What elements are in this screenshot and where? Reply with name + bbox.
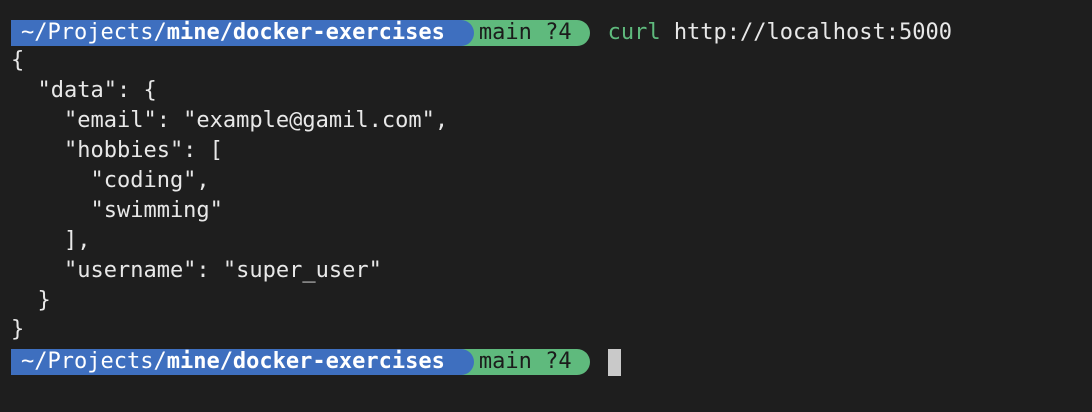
prompt-line-1: ~/Projects/mine/docker-exercises main ?4… bbox=[11, 20, 952, 46]
output-line: "email": "example@gamil.com", bbox=[11, 108, 449, 133]
output-line: "username": "super_user" bbox=[11, 258, 382, 283]
prompt-line-2[interactable]: ~/Projects/mine/docker-exercises main ?4 bbox=[11, 348, 621, 376]
output-line: "data": { bbox=[11, 78, 157, 103]
terminal-window[interactable]: ~/Projects/mine/docker-exercises main ?4… bbox=[0, 0, 1092, 412]
command-text: curl http://localhost:5000 bbox=[608, 20, 952, 46]
output-line: "hobbies": [ bbox=[11, 138, 223, 163]
text-cursor[interactable] bbox=[607, 348, 621, 376]
path-directory: mine/docker-exercises bbox=[166, 20, 445, 45]
prompt-path-segment: ~/Projects/mine/docker-exercises bbox=[11, 349, 474, 375]
prompt-git-status: main ?4 bbox=[460, 20, 590, 46]
output-line: { bbox=[11, 48, 25, 73]
output-line: ], bbox=[11, 228, 91, 253]
output-line: } bbox=[11, 317, 25, 342]
command-argument: http://localhost:5000 bbox=[673, 20, 952, 45]
prompt-path-segment: ~/Projects/mine/docker-exercises bbox=[11, 20, 474, 46]
path-prefix: ~/Projects/ bbox=[21, 349, 167, 374]
prompt-git-status: main ?4 bbox=[460, 349, 590, 375]
output-line: } bbox=[11, 288, 51, 313]
path-prefix: ~/Projects/ bbox=[21, 20, 167, 45]
output-line: "swimming" bbox=[11, 198, 223, 223]
output-line: "coding", bbox=[11, 168, 210, 193]
path-directory: mine/docker-exercises bbox=[166, 349, 445, 374]
command-name: curl bbox=[607, 20, 661, 45]
